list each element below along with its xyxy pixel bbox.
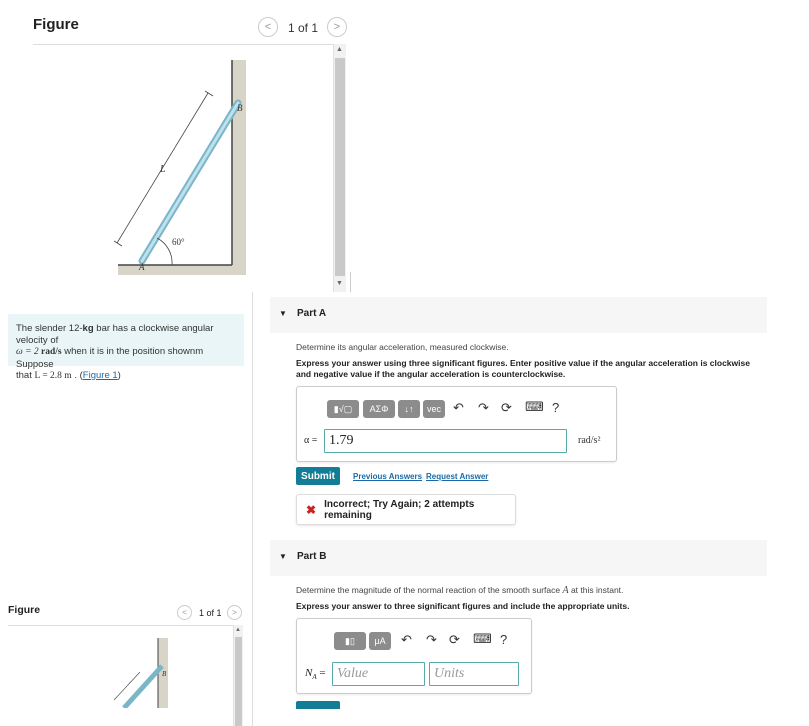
- alpha-label: α =: [304, 435, 318, 446]
- templates-button[interactable]: ▮√▢: [327, 400, 359, 418]
- chevron-left-icon: <: [182, 608, 187, 617]
- figure-title: Figure: [33, 16, 79, 33]
- figure-image-bottom: B: [113, 638, 168, 708]
- request-answer-link[interactable]: Request Answer: [426, 472, 488, 481]
- units-input[interactable]: Units: [429, 662, 519, 686]
- label-a: A: [138, 262, 145, 272]
- feedback-text: Incorrect; Try Again; 2 attempts remaini…: [324, 498, 475, 521]
- alpha-units: rad/s²: [578, 435, 601, 446]
- figure-title-bottom: Figure: [8, 604, 41, 616]
- na-eq: =: [316, 667, 326, 679]
- figure-divider: [8, 625, 233, 626]
- problem-text: . (: [71, 370, 83, 381]
- templates-button[interactable]: ▮▯: [334, 632, 366, 650]
- part-b-answer-box: ▮▯ μA ↶ ↷ ⟳ ⌨ ? NA = Value Units: [296, 618, 532, 694]
- part-b-header[interactable]: ▼ Part B: [270, 540, 767, 576]
- na-label: NA =: [305, 667, 326, 681]
- prompt-text: Determine the magnitude of the normal re…: [296, 585, 563, 595]
- arrows-button[interactable]: ↓↑: [398, 400, 420, 418]
- figure-scrollbar-bottom[interactable]: ▲: [233, 625, 243, 726]
- bar-highlight: [140, 101, 240, 263]
- redo-icon[interactable]: ↷: [478, 400, 489, 416]
- figure-link[interactable]: Figure 1: [83, 370, 118, 381]
- part-a-header[interactable]: ▼ Part A: [270, 297, 767, 333]
- bar: [122, 664, 164, 708]
- vec-icon: vec: [426, 404, 441, 414]
- caret-down-icon: ▼: [279, 552, 287, 561]
- omega-value: ω = 2: [16, 347, 41, 357]
- scroll-up-icon[interactable]: ▲: [336, 46, 343, 53]
- label-l: L: [159, 164, 166, 175]
- figure-pager-bottom: 1 of 1: [199, 608, 222, 618]
- greek-icon: ΑΣΦ: [369, 404, 389, 414]
- scroll-thumb[interactable]: [235, 637, 242, 726]
- figure-pager: 1 of 1: [288, 21, 319, 35]
- part-a-answer-box: ▮√▢ ΑΣΦ ↓↑ vec ↶ ↷ ⟳ ⌨ ? α = 1.79 rad/s²: [296, 386, 617, 462]
- chevron-right-icon: >: [232, 608, 237, 617]
- chevron-right-icon: >: [333, 21, 341, 33]
- undo-icon[interactable]: ↶: [453, 400, 464, 416]
- part-a-instructions: Express your answer using three signific…: [296, 358, 750, 379]
- help-icon[interactable]: ?: [552, 400, 559, 415]
- problem-text: The slender 12-: [16, 323, 83, 334]
- problem-statement: The slender 12-kg bar has a clockwise an…: [8, 314, 244, 381]
- label-angle: 60°: [172, 237, 185, 247]
- caret-down-icon: ▼: [279, 309, 287, 318]
- reset-icon[interactable]: ⟳: [501, 400, 512, 416]
- value-input[interactable]: Value: [332, 662, 425, 686]
- feedback-box: ✖ Incorrect; Try Again; 2 attempts remai…: [296, 494, 516, 525]
- part-a-prompt: Determine its angular acceleration, meas…: [296, 342, 509, 352]
- scroll-up-icon[interactable]: ▲: [235, 627, 241, 633]
- units-icon: μA: [374, 636, 386, 646]
- scroll-down-icon[interactable]: ▼: [336, 280, 343, 287]
- figure-divider: [33, 44, 333, 45]
- unit-rads: rad/s: [41, 347, 62, 357]
- chevron-left-icon: <: [264, 21, 272, 33]
- redo-icon[interactable]: ↷: [426, 632, 437, 648]
- keyboard-icon[interactable]: ⌨: [473, 631, 492, 647]
- angle-arc: [156, 237, 173, 266]
- part-b-prompt: Determine the magnitude of the normal re…: [296, 585, 623, 596]
- error-icon: ✖: [306, 502, 317, 517]
- unit-kg: kg: [82, 323, 94, 334]
- prompt-text: at this instant.: [568, 585, 624, 595]
- prev-figure-button[interactable]: <: [258, 17, 278, 37]
- column-divider: [252, 292, 253, 726]
- part-a-submit-button[interactable]: Submit: [296, 467, 340, 485]
- part-b-instructions: Express your answer to three significant…: [296, 601, 630, 611]
- part-b-submit-button[interactable]: [296, 701, 340, 709]
- length-value: L = 2.8 m: [34, 371, 72, 381]
- prev-figure-button[interactable]: <: [177, 605, 192, 620]
- alpha-input[interactable]: 1.79: [324, 429, 567, 453]
- vec-button[interactable]: vec: [423, 400, 445, 418]
- help-icon[interactable]: ?: [500, 632, 507, 647]
- floor: [118, 265, 246, 275]
- reset-icon[interactable]: ⟳: [449, 632, 460, 648]
- part-b-title: Part B: [297, 551, 327, 562]
- problem-text: that: [16, 370, 35, 381]
- next-figure-button[interactable]: >: [227, 605, 242, 620]
- templates-icon: ▮√▢: [333, 403, 353, 414]
- panel-divider: [350, 272, 351, 292]
- templates-icon: ▮▯: [345, 635, 355, 646]
- keyboard-icon[interactable]: ⌨: [525, 399, 544, 415]
- figure-scrollbar[interactable]: ▲ ▼: [333, 44, 346, 292]
- undo-icon[interactable]: ↶: [401, 632, 412, 648]
- figure-image: B L 60° A: [113, 60, 246, 275]
- arrows-icon: ↓↑: [404, 404, 414, 414]
- units-button[interactable]: μA: [369, 632, 391, 650]
- label-b: B: [162, 670, 167, 678]
- problem-text: ): [117, 370, 121, 381]
- previous-answers-link[interactable]: Previous Answers: [353, 472, 422, 481]
- wall: [232, 60, 246, 272]
- greek-button[interactable]: ΑΣΦ: [363, 400, 395, 418]
- part-a-title: Part A: [297, 308, 327, 319]
- scroll-thumb[interactable]: [335, 58, 345, 276]
- next-figure-button[interactable]: >: [327, 17, 347, 37]
- label-b: B: [237, 103, 243, 113]
